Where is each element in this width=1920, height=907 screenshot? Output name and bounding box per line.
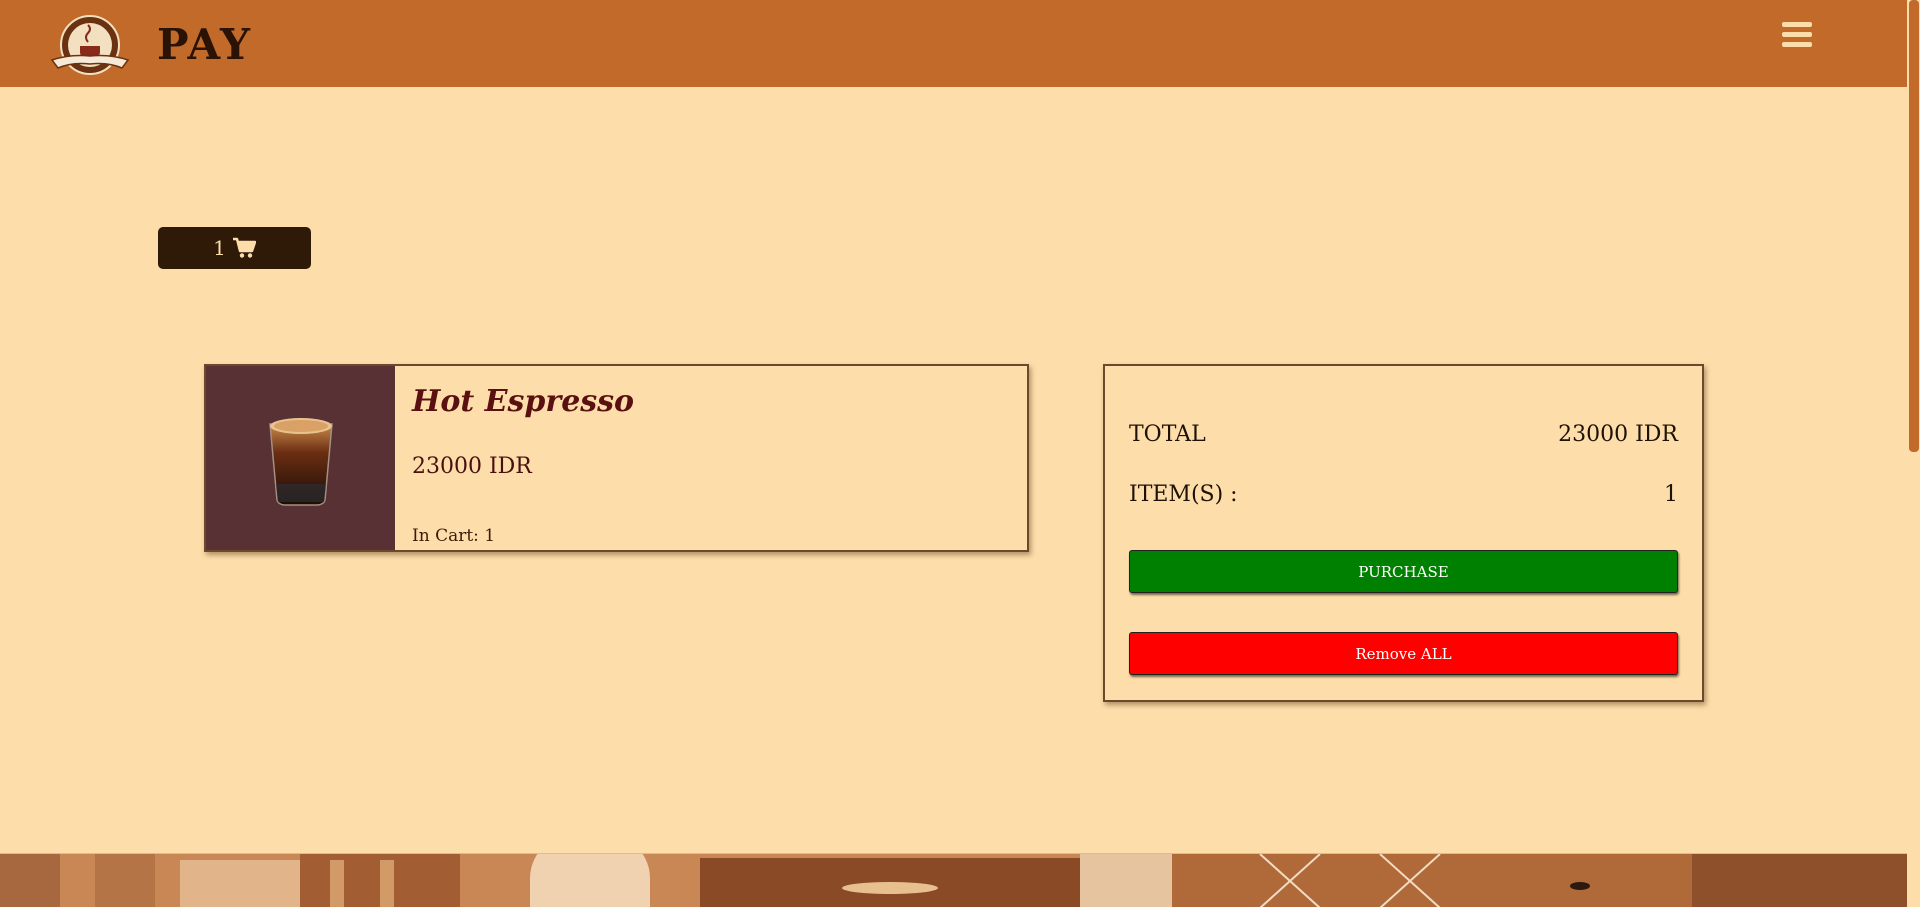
app-header: PAY <box>0 0 1907 87</box>
cart-item-card: Hot Espresso 23000 IDR In Cart: 1 <box>204 364 1029 552</box>
product-image <box>206 366 395 550</box>
order-summary-card: TOTAL 23000 IDR ITEM(S) : 1 PURCHASE Rem… <box>1103 364 1704 702</box>
hamburger-menu-icon[interactable] <box>1782 20 1812 50</box>
items-label: ITEM(S) : <box>1129 482 1238 507</box>
footer-cafe-image <box>0 853 1907 907</box>
caffein-line-logo[interactable] <box>48 14 132 80</box>
total-label: TOTAL <box>1129 422 1206 447</box>
items-value: 1 <box>1664 482 1678 507</box>
product-price: 23000 IDR <box>412 454 532 479</box>
page-scrollbar[interactable] <box>1907 0 1920 907</box>
page-title: PAY <box>157 20 253 69</box>
scrollbar-thumb[interactable] <box>1909 0 1919 452</box>
shopping-cart-icon <box>232 237 256 258</box>
cart-count-button[interactable]: 1 <box>158 227 311 269</box>
total-value: 23000 IDR <box>1558 422 1678 447</box>
cart-count: 1 <box>213 236 226 260</box>
product-name: Hot Espresso <box>412 384 635 419</box>
product-in-cart-count: In Cart: 1 <box>412 526 496 546</box>
remove-all-button[interactable]: Remove ALL <box>1129 632 1678 675</box>
items-row: ITEM(S) : 1 <box>1129 482 1678 507</box>
purchase-button[interactable]: PURCHASE <box>1129 550 1678 593</box>
total-row: TOTAL 23000 IDR <box>1129 422 1678 447</box>
